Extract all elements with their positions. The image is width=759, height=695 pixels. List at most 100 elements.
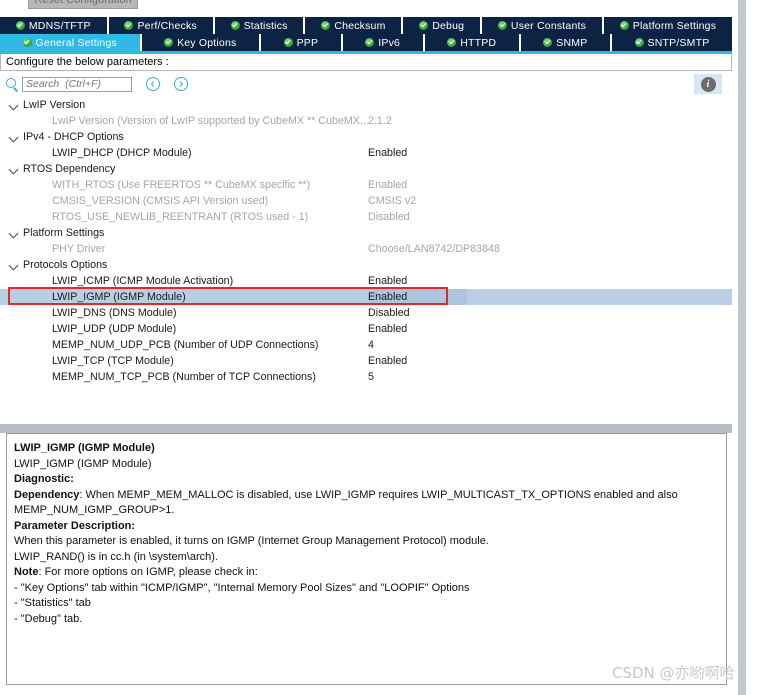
description-text: MEMP_NUM_IGMP_GROUP>1. [14,504,175,516]
check-circle-icon [419,21,429,30]
tree-group-row[interactable]: Platform Settings [0,225,732,241]
row-value[interactable]: Enabled [368,273,407,289]
tab-key-options[interactable]: Key Options [141,34,262,51]
row-value[interactable]: 4 [368,337,374,353]
tab-sntp-smtp[interactable]: SNTP/SMTP [611,34,732,51]
check-circle-icon [164,38,174,47]
search-previous-icon[interactable] [146,77,160,91]
lwip-configuration-window: Reset Configuration MDNS/TFTP Perf/Checks… [0,0,759,695]
description-line: - "Statistics" tab [14,596,718,612]
row-value[interactable]: Enabled [368,321,407,337]
tab-ppp[interactable]: PPP [261,34,343,51]
tree-parameter-row[interactable]: RTOS_USE_NEWLIB_REENTRANT (RTOS used - 1… [0,209,732,225]
tab-ipv6[interactable]: IPv6 [342,34,425,51]
chevron-down-icon[interactable] [8,161,20,177]
row-label: Platform Settings [23,227,105,239]
csdn-watermark: CSDN @亦哟啊哈 [612,664,735,682]
tab-mdns-tftp[interactable]: MDNS/TFTP [0,17,109,34]
row-label: Protocols Options [23,259,108,271]
row-label: WITH_RTOS (Use FREERTOS ** CubeMX specif… [52,179,311,191]
tree-parameter-row[interactable]: LwIP Version (Version of LwIP supported … [0,113,732,129]
tree-group-row[interactable]: LwIP Version [0,97,732,113]
row-label: CMSIS_VERSION (CMSIS API Version used) [52,195,269,207]
tab-httpd[interactable]: HTTPD [424,34,521,51]
tree-parameter-row[interactable]: LWIP_UDP (UDP Module) Enabled [0,321,732,337]
row-label: RTOS Dependency [23,163,116,175]
search-toolbar [0,72,732,96]
tree-parameter-row[interactable]: CMSIS_VERSION (CMSIS API Version used) CM… [0,193,732,209]
parameter-tree[interactable]: LwIP Version LwIP Version (Version of LwI… [0,97,732,424]
row-label: MEMP_NUM_TCP_PCB (Number of TCP Connecti… [52,371,316,383]
description-line: MEMP_NUM_IGMP_GROUP>1. [14,503,718,519]
tab-label: SNTP/SMTP [647,36,710,49]
tree-group-row[interactable]: RTOS Dependency [0,161,732,177]
search-input[interactable] [22,76,132,92]
tab-label: Statistics [243,19,288,32]
description-text: LWIP_RAND() is in cc.h (in \system\arch)… [14,550,218,563]
row-value[interactable]: Enabled [368,145,407,161]
description-text: : For more options on IGMP, please check… [38,566,258,578]
tree-group-row[interactable]: IPv4 - DHCP Options [0,129,732,145]
description-line: Dependency: When MEMP_MEM_MALLOC is disa… [14,488,718,504]
row-value[interactable]: 5 [368,369,374,385]
check-circle-icon [283,38,293,47]
tree-parameter-row[interactable]: LWIP_ICMP (ICMP Module Activation) Enable… [0,273,732,289]
description-line: Note: For more options on IGMP, please c… [14,565,718,581]
search-icon [5,77,19,91]
tree-parameter-row[interactable]: LWIP_IGMP (IGMP Module) Enabled [0,289,732,305]
tree-group-row[interactable]: Protocols Options [0,257,732,273]
parameter-description-panel: LWIP_IGMP (IGMP Module) LWIP_IGMP (IGMP M… [6,433,727,685]
row-value[interactable]: CMSIS v2 [368,193,416,209]
description-text: When this parameter is enabled, it turns… [14,535,489,547]
row-label: PHY Driver [52,243,106,255]
row-label: LWIP_DNS (DNS Module) [52,307,177,319]
configure-parameters-label: Configure the below parameters : [0,54,732,71]
row-value[interactable]: Disabled [368,305,410,321]
chevron-down-icon[interactable] [8,257,20,273]
row-label: LWIP_ICMP (ICMP Module Activation) [52,275,234,287]
tab-user-constants[interactable]: User Constants [482,17,604,34]
chevron-down-icon[interactable] [8,97,20,113]
info-button[interactable]: i [694,74,722,94]
tab-label: Perf/Checks [137,19,197,32]
description-text: - "Debug" tab. [14,612,83,625]
tab-checksum[interactable]: Checksum [305,17,404,34]
description-lead: Dependency [14,488,80,501]
tab-perf-checks[interactable]: Perf/Checks [108,17,215,34]
tab-snmp[interactable]: SNMP [520,34,612,51]
tree-parameter-row[interactable]: MEMP_NUM_TCP_PCB (Number of TCP Connecti… [0,369,732,385]
description-text: LWIP_IGMP (IGMP Module) [14,442,155,454]
tree-parameter-row[interactable]: LWIP_TCP (TCP Module) Enabled [0,353,732,369]
row-value[interactable]: Enabled [368,177,407,193]
row-value[interactable]: 2.1.2 [368,113,392,129]
row-label: IPv4 - DHCP Options [23,131,124,143]
row-label: LwIP Version (Version of LwIP supported … [52,115,369,127]
tab-label: SNMP [556,36,588,49]
tree-parameter-row[interactable]: LWIP_DNS (DNS Module) Disabled [0,305,732,321]
tab-label: MDNS/TFTP [28,19,91,32]
search-next-icon[interactable] [174,77,188,91]
tree-parameter-row[interactable]: MEMP_NUM_UDP_PCB (Number of UDP Connecti… [0,337,732,353]
tab-general-settings[interactable]: General Settings [0,34,142,51]
chevron-down-icon[interactable] [8,129,20,145]
row-value[interactable]: Choose/LAN8742/DP83848 [368,241,500,257]
description-text: - "Statistics" tab [14,597,91,609]
row-value[interactable]: Enabled [368,289,468,305]
tree-parameter-row[interactable]: WITH_RTOS (Use FREERTOS ** CubeMX specif… [0,177,732,193]
row-value[interactable]: Enabled [368,353,407,369]
tab-debug[interactable]: Debug [403,17,483,34]
tab-statistics[interactable]: Statistics [214,17,306,34]
row-value[interactable]: Disabled [368,209,410,225]
row-label: MEMP_NUM_UDP_PCB (Number of UDP Connecti… [52,339,319,351]
vertical-scrollbar[interactable] [738,0,746,695]
description-line: When this parameter is enabled, it turns… [14,534,718,550]
reset-configuration-button[interactable]: Reset Configuration [28,0,138,9]
tab-label: HTTPD [460,36,497,49]
tab-label: Platform Settings [632,19,717,32]
tab-label: IPv6 [378,36,401,49]
tab-platform-settings[interactable]: Platform Settings [603,17,733,34]
chevron-down-icon[interactable] [8,225,20,241]
tree-parameter-row[interactable]: LWIP_DHCP (DHCP Module) Enabled [0,145,732,161]
check-circle-icon [22,38,32,47]
tree-parameter-row[interactable]: PHY Driver Choose/LAN8742/DP83848 [0,241,732,257]
